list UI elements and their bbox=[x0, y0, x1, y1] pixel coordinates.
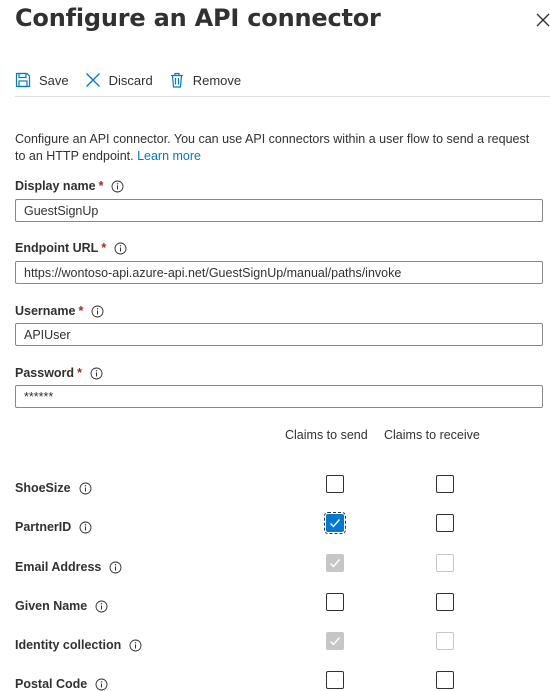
remove-button[interactable]: Remove bbox=[169, 72, 241, 88]
claim-label-text: Given Name bbox=[15, 599, 88, 613]
claim-row-label: Given Name bbox=[15, 599, 108, 613]
info-icon[interactable] bbox=[90, 367, 103, 380]
password-input[interactable] bbox=[15, 385, 543, 408]
claim-label-text: Postal Code bbox=[15, 677, 88, 691]
endpoint-url-input[interactable] bbox=[15, 261, 543, 284]
claims-to-receive-header: Claims to receive bbox=[384, 428, 480, 442]
info-icon[interactable] bbox=[95, 600, 108, 613]
discard-icon bbox=[85, 73, 100, 87]
info-icon[interactable] bbox=[91, 305, 104, 318]
info-icon[interactable] bbox=[111, 180, 124, 193]
receive-claim-checkbox[interactable] bbox=[436, 514, 454, 532]
receive-claim-checkbox[interactable] bbox=[436, 475, 454, 493]
send-claim-checkbox[interactable] bbox=[326, 475, 344, 493]
endpoint-url-label: Endpoint URL * bbox=[15, 241, 127, 255]
display-name-label: Display name * bbox=[15, 179, 124, 193]
username-label: Username * bbox=[15, 304, 104, 318]
required-marker: * bbox=[101, 241, 107, 255]
description: Configure an API connector. You can use … bbox=[15, 131, 535, 165]
required-marker: * bbox=[98, 179, 104, 193]
receive-claim-checkbox bbox=[436, 554, 454, 572]
command-bar: Save Discard Remove bbox=[15, 64, 257, 96]
claim-label-text: ShoeSize bbox=[15, 481, 71, 495]
info-icon[interactable] bbox=[79, 521, 92, 534]
claim-label-text: PartnerID bbox=[15, 520, 72, 534]
save-icon bbox=[15, 72, 31, 88]
required-marker: * bbox=[78, 304, 84, 318]
display-name-input[interactable] bbox=[15, 199, 543, 222]
claim-row-label: ShoeSize bbox=[15, 481, 92, 495]
claim-label-text: Identity collection bbox=[15, 638, 122, 652]
claims-to-send-header: Claims to send bbox=[285, 428, 368, 442]
send-claim-checkbox[interactable] bbox=[324, 512, 346, 534]
toolbar-divider bbox=[15, 96, 550, 97]
info-icon[interactable] bbox=[114, 242, 127, 255]
display-name-label-text: Display name bbox=[15, 179, 96, 193]
password-label: Password * bbox=[15, 366, 103, 380]
receive-claim-checkbox bbox=[436, 632, 454, 650]
discard-label: Discard bbox=[108, 72, 153, 88]
description-text: Configure an API connector. You can use … bbox=[15, 132, 530, 163]
info-icon[interactable] bbox=[79, 482, 92, 495]
info-icon[interactable] bbox=[129, 639, 142, 652]
receive-claim-checkbox[interactable] bbox=[436, 671, 454, 689]
claim-row-label: Postal Code bbox=[15, 677, 108, 691]
claim-label-text: Email Address bbox=[15, 560, 102, 574]
send-claim-checkbox[interactable] bbox=[326, 593, 344, 611]
info-icon[interactable] bbox=[109, 561, 122, 574]
learn-more-link[interactable]: Learn more bbox=[137, 149, 201, 163]
info-icon[interactable] bbox=[95, 678, 108, 691]
remove-label: Remove bbox=[192, 72, 242, 88]
send-claim-checkbox[interactable] bbox=[326, 671, 344, 689]
send-claim-checkbox bbox=[326, 632, 344, 650]
claim-row-label: PartnerID bbox=[15, 520, 92, 534]
discard-button[interactable]: Discard bbox=[85, 72, 153, 88]
receive-claim-checkbox[interactable] bbox=[436, 593, 454, 611]
trash-icon bbox=[170, 72, 183, 88]
claim-row-label: Identity collection bbox=[15, 638, 142, 652]
password-label-text: Password bbox=[15, 366, 75, 380]
required-marker: * bbox=[77, 366, 82, 380]
save-button[interactable]: Save bbox=[15, 72, 69, 88]
username-label-text: Username bbox=[15, 304, 76, 318]
claim-row-label: Email Address bbox=[15, 560, 122, 574]
panel-title: Configure an API connector bbox=[15, 4, 381, 32]
close-icon[interactable] bbox=[532, 9, 550, 31]
send-claim-checkbox bbox=[326, 554, 344, 572]
endpoint-url-label-text: Endpoint URL bbox=[15, 241, 99, 255]
username-input[interactable] bbox=[15, 323, 543, 346]
save-label: Save bbox=[39, 72, 69, 88]
